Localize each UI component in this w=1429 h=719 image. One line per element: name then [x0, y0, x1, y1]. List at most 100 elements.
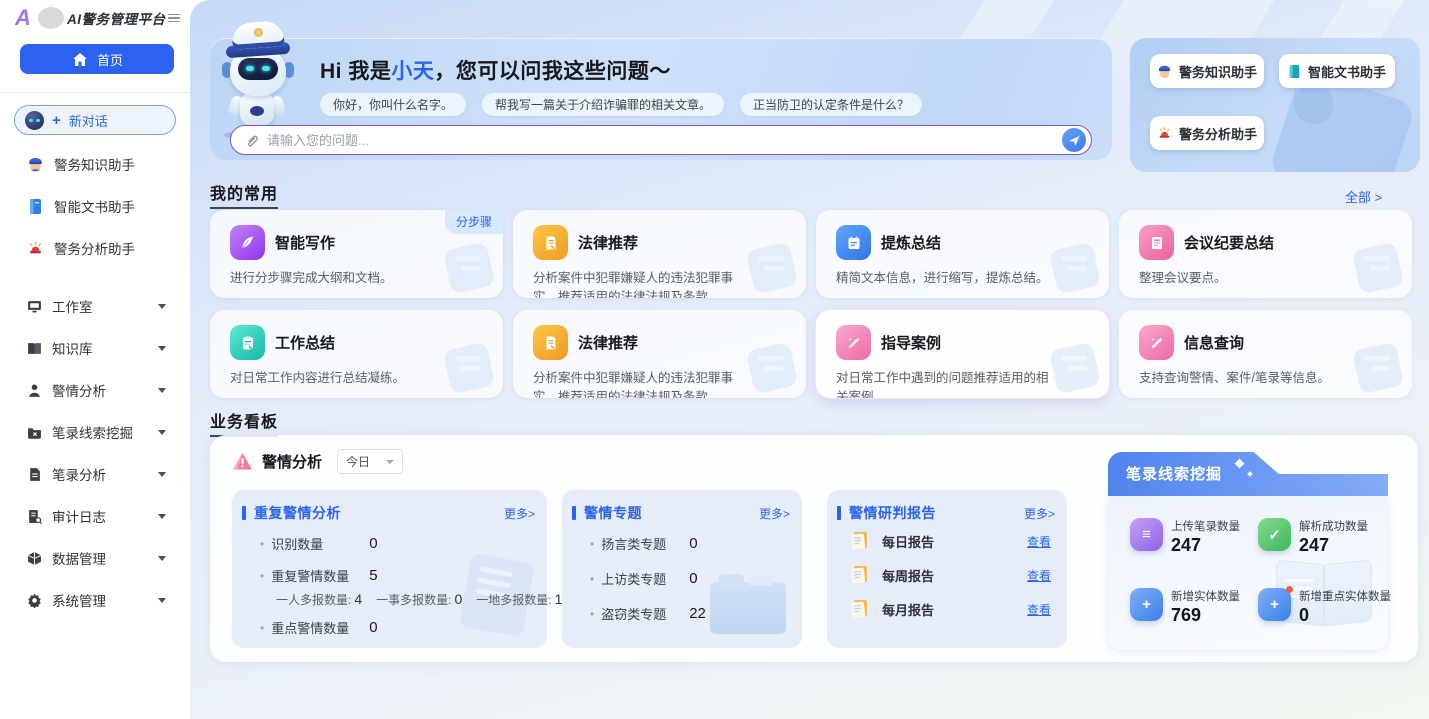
panel-title: 警情研判报告 — [849, 503, 936, 523]
greeting-prefix: Hi 我是 — [320, 60, 391, 83]
favorites-header: 我的常用 — [210, 180, 278, 209]
title-accent-bar — [837, 506, 841, 520]
sidebar-group-system-management[interactable]: 系统管理 — [0, 579, 190, 621]
card-law-recommend[interactable]: 法律推荐 分析案件中犯罪嫌疑人的违法犯罪事实，推荐适用的法律法规及条款。 — [513, 210, 806, 298]
logo-row: A AI警务管理平台 — [0, 0, 190, 36]
card-smart-writing[interactable]: 分步骤 智能写作 进行分步骤完成大纲和文档。 — [210, 210, 503, 298]
more-link[interactable]: 更多> — [759, 505, 790, 522]
book-icon — [1288, 64, 1301, 79]
folder-watermark — [710, 582, 786, 634]
card-watermark — [740, 238, 798, 292]
alert-reports-panel: 警情研判报告 更多> 每日报告 查看 每周报告 查看 每月报告 查看 — [827, 490, 1067, 648]
report-notepad-icon — [849, 530, 870, 552]
person-analysis-icon — [26, 382, 42, 398]
sidebar-item-police-analysis-assistant[interactable]: 警务分析助手 — [0, 227, 190, 269]
view-link[interactable]: 查看 — [1027, 567, 1051, 584]
chevron-down-icon — [158, 388, 166, 393]
sidebar-group-data-management[interactable]: 数据管理 — [0, 537, 190, 579]
favorites-title: 我的常用 — [210, 180, 278, 209]
title-accent-bar — [242, 506, 246, 520]
view-link[interactable]: 查看 — [1027, 533, 1051, 550]
main-content: Hi 我是小天，您可以问我这些问题～ 你好，你叫什么名字。 帮我写一篇关于介绍诈… — [190, 0, 1429, 719]
more-link[interactable]: 更多> — [504, 505, 535, 522]
sidebar-item-smart-document-assistant[interactable]: 智能文书助手 — [0, 185, 190, 227]
chevron-down-icon — [158, 472, 166, 477]
panel-watermark — [1294, 84, 1334, 124]
card-meeting-minutes[interactable]: 会议纪要总结 整理会议要点。 — [1119, 210, 1412, 298]
law-document-icon — [533, 325, 568, 360]
card-watermark — [437, 338, 495, 392]
robot-avatar-icon — [25, 111, 44, 130]
stat-new-entities: + 新增实体数量 769 — [1130, 588, 1240, 626]
new-chat-label: 新对话 — [69, 111, 108, 130]
open-book-icon — [26, 340, 42, 356]
smart-document-assistant-button[interactable]: 智能文书助手 — [1279, 54, 1395, 88]
title-accent-bar — [572, 506, 576, 520]
chevron-down-icon — [158, 598, 166, 603]
card-watermark — [437, 238, 495, 292]
panel-title: 重复警情分析 — [254, 503, 341, 523]
time-filter-select[interactable]: 今日 — [337, 449, 403, 474]
assistant-button-label: 警务分析助手 — [1179, 124, 1257, 143]
sidebar-item-police-knowledge-assistant[interactable]: 警务知识助手 — [0, 143, 190, 185]
magic-wand-icon — [1139, 325, 1174, 360]
stat-uploaded-records: ≡ 上传笔录数量 247 — [1130, 518, 1240, 556]
app-title: AI警务管理平台 — [67, 8, 166, 28]
favorites-grid: 分步骤 智能写作 进行分步骤完成大纲和文档。 法律推荐 分析案件中犯罪嫌疑人的违… — [210, 210, 1413, 398]
red-dot-badge — [1286, 586, 1293, 593]
card-info-query[interactable]: 信息查询 支持查询警情、案件/笔录等信息。 — [1119, 310, 1412, 398]
card-title: 提炼总结 — [881, 232, 941, 253]
report-row-monthly: 每月报告 查看 — [849, 598, 1051, 620]
paperclip-icon[interactable] — [244, 133, 259, 148]
sidebar-item-home[interactable]: 首页 — [20, 44, 174, 74]
sidebar-group-record-analysis[interactable]: 笔录分析 — [0, 453, 190, 495]
card-work-summary[interactable]: 工作总结 对日常工作内容进行总结凝练。 — [210, 310, 503, 398]
assistant-shortcut-panel: 警务知识助手 智能文书助手 警务分析助手 — [1130, 38, 1420, 172]
suggestion-chips: 你好，你叫什么名字。 帮我写一篇关于介绍诈骗罪的相关文章。 正当防卫的认定条件是… — [320, 93, 922, 116]
more-link[interactable]: 更多> — [1024, 505, 1055, 522]
dashboard-header: 业务看板 — [210, 408, 278, 437]
hero-greeting: Hi 我是小天，您可以问我这些问题～ — [320, 55, 671, 85]
home-label: 首页 — [97, 50, 123, 69]
favorites-all-link[interactable]: 全部 > — [1345, 187, 1382, 206]
report-row-weekly: 每周报告 查看 — [849, 564, 1051, 586]
sidebar-group-record-clue-mining[interactable]: 笔录线索挖掘 — [0, 411, 190, 453]
plus-icon: + — [1258, 588, 1291, 621]
minutes-document-icon — [1139, 225, 1174, 260]
suggestion-chip[interactable]: 正当防卫的认定条件是什么？ — [740, 93, 922, 116]
sidebar-group-knowledge-base[interactable]: 知识库 — [0, 327, 190, 369]
stat-parsed-success: ✓ 解析成功数量 247 — [1258, 518, 1368, 556]
card-title: 法律推荐 — [578, 232, 638, 253]
sidebar-group-label: 笔录线索挖掘 — [52, 422, 133, 442]
sidebar-group-alert-analysis[interactable]: 警情分析 — [0, 369, 190, 411]
alert-analysis-title: 警情分析 — [262, 451, 322, 472]
siren-icon — [1157, 126, 1172, 140]
send-button[interactable] — [1062, 128, 1086, 152]
logo-blur-shape — [38, 7, 64, 29]
assistant-button-label: 智能文书助手 — [1308, 62, 1386, 81]
card-watermark — [740, 338, 798, 392]
card-title: 法律推荐 — [578, 332, 638, 353]
collapse-menu-icon[interactable] — [168, 14, 180, 23]
alert-topics-panel: 警情专题 更多> 扬言类专题 0 上访类专题 0 盗窃类专题 22 — [562, 490, 802, 648]
question-input[interactable] — [267, 133, 1062, 148]
stat-row: 扬言类专题 0 — [590, 534, 698, 553]
stat-new-key-entities: + 新增重点实体数量 0 — [1258, 588, 1391, 626]
suggestion-chip[interactable]: 帮我写一篇关于介绍诈骗罪的相关文章。 — [482, 93, 724, 116]
question-input-bar — [230, 125, 1092, 155]
app-logo-icon: A — [10, 6, 36, 30]
new-chat-button[interactable]: + 新对话 — [14, 105, 176, 135]
card-law-recommend-2[interactable]: 法律推荐 分析案件中犯罪嫌疑人的违法犯罪事实，推荐适用的法律法规及条款。 — [513, 310, 806, 398]
suggestion-chip[interactable]: 你好，你叫什么名字。 — [320, 93, 466, 116]
view-link[interactable]: 查看 — [1027, 601, 1051, 618]
police-knowledge-assistant-button[interactable]: 警务知识助手 — [1150, 54, 1264, 88]
card-title: 智能写作 — [275, 232, 335, 253]
sidebar-group-workspace[interactable]: 工作室 — [0, 285, 190, 327]
card-watermark — [1346, 338, 1404, 392]
card-guiding-cases[interactable]: 指导案例 对日常工作中遇到的问题推荐适用的相关案例。 — [816, 310, 1109, 398]
police-analysis-assistant-button[interactable]: 警务分析助手 — [1150, 116, 1264, 150]
card-summary-extract[interactable]: 提炼总结 精简文本信息，进行缩写，提炼总结。 — [816, 210, 1109, 298]
card-title: 会议纪要总结 — [1184, 232, 1274, 253]
sidebar-group-audit-log[interactable]: 审计日志 — [0, 495, 190, 537]
duplicate-sub-stats: 一人多报数量:4 一事多报数量:0 一地多报数量:1 — [276, 591, 562, 608]
